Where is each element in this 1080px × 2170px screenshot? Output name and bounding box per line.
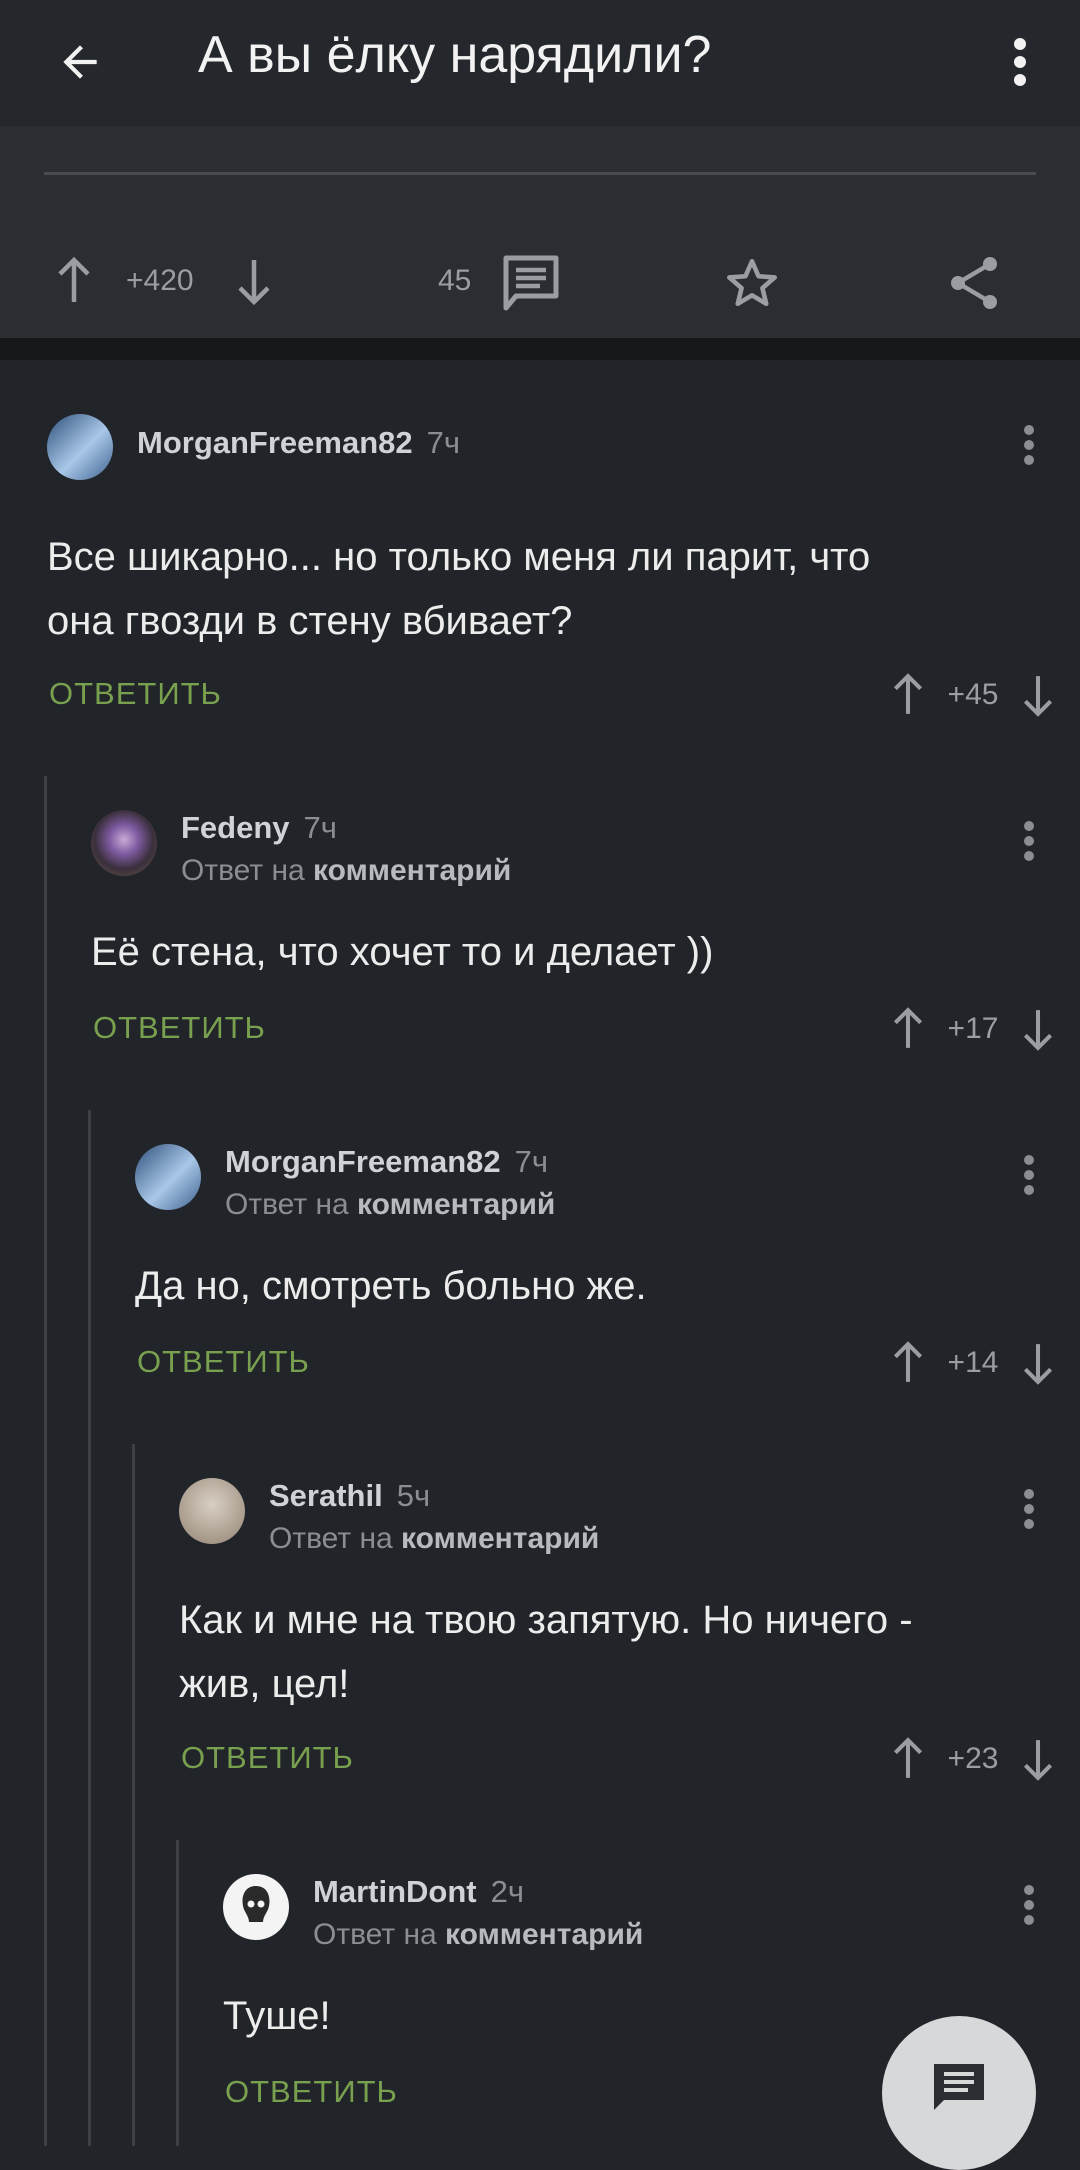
back-button[interactable] [40, 22, 120, 102]
comment-text: Да но, смотреть больно же. [135, 1254, 647, 1318]
arrow-up-icon [58, 256, 90, 302]
comment-author[interactable]: MorganFreeman82 7ч [225, 1144, 548, 1180]
comment-time: 7ч [514, 1144, 549, 1179]
post-comments-count: 45 [438, 264, 472, 297]
arrow-up-icon[interactable] [890, 1340, 926, 1386]
comment-icon [503, 255, 559, 311]
comment-votes: +14 [890, 1333, 1056, 1393]
arrow-down-icon[interactable] [1020, 1340, 1056, 1386]
arrow-left-icon [63, 45, 97, 79]
arrow-down-icon [238, 260, 270, 306]
post-rating: +420 [126, 264, 194, 297]
overflow-menu-button[interactable] [985, 22, 1055, 102]
thread-line [88, 1110, 91, 2146]
avatar[interactable] [135, 1144, 201, 1210]
comment-menu-button[interactable] [1014, 415, 1044, 475]
comment-time: 2ч [490, 1874, 524, 1909]
comment-time: 7ч [426, 425, 461, 460]
more-vertical-icon [1024, 1489, 1034, 1529]
comment-votes: +23 [890, 1729, 1056, 1789]
comment-time: 7ч [303, 810, 337, 845]
share-button[interactable] [946, 254, 1002, 312]
reply-to-link[interactable]: Ответ на комментарий [313, 1918, 643, 1952]
avatar[interactable] [91, 810, 157, 876]
comment-votes: +45 [890, 665, 1056, 725]
comment-text: Все шикарно... но только меня ли парит, … [47, 525, 870, 653]
reply-button[interactable]: ОТВЕТИТЬ [93, 1010, 266, 1046]
comment-text-line: Да но, смотреть больно же. [135, 1264, 647, 1308]
comment-author[interactable]: Fedeny 7ч [181, 810, 337, 846]
arrow-down-icon[interactable] [1020, 672, 1056, 718]
comment-rating: +14 [947, 1346, 999, 1379]
comment-menu-button[interactable] [1014, 811, 1044, 871]
reply-to-link[interactable]: Ответ на комментарий [225, 1188, 555, 1222]
thread-line [176, 1840, 179, 2146]
reply-to-link[interactable]: Ответ на комментарий [269, 1522, 599, 1556]
arrow-down-icon[interactable] [1020, 1736, 1056, 1782]
page-title: А вы ёлку нарядили? [198, 26, 712, 84]
more-vertical-icon [1024, 425, 1034, 465]
reply-button[interactable]: ОТВЕТИТЬ [181, 1740, 354, 1776]
more-vertical-icon [1024, 821, 1034, 861]
more-vertical-icon [1014, 38, 1026, 86]
comment-text-line: жив, цел! [179, 1662, 350, 1706]
reply-button[interactable]: ОТВЕТИТЬ [49, 676, 222, 712]
comment-rating: +23 [947, 1742, 999, 1775]
divider [44, 172, 1036, 175]
avatar[interactable] [179, 1478, 245, 1544]
arrow-up-icon[interactable] [890, 1006, 926, 1052]
comment-author[interactable]: MorganFreeman82 7ч [137, 425, 460, 461]
avatar[interactable] [223, 1874, 289, 1940]
comment-time: 5ч [396, 1478, 431, 1513]
comment-icon [934, 2064, 984, 2110]
comment-menu-button[interactable] [1014, 1479, 1044, 1539]
comment-votes: +17 [890, 999, 1056, 1059]
comment-text-line: Все шикарно... но только меня ли парит, … [47, 535, 871, 579]
arrow-up-icon[interactable] [890, 672, 926, 718]
comment-menu-button[interactable] [1014, 1875, 1044, 1935]
comment-author[interactable]: MartinDont 2ч [313, 1874, 524, 1910]
arrow-down-icon[interactable] [1020, 1006, 1056, 1052]
write-comment-button[interactable] [882, 2016, 1036, 2170]
comment-rating: +45 [947, 678, 999, 711]
top-app-bar: А вы ёлку нарядили? [0, 0, 1080, 126]
post-downvote-button[interactable] [234, 256, 274, 306]
comment-text-line: она гвозди в стену вбивает? [47, 599, 573, 643]
arrow-up-icon[interactable] [890, 1736, 926, 1782]
comment-author[interactable]: Serathil 5ч [269, 1478, 430, 1514]
comment-text-line: Туше! [223, 1994, 331, 2038]
more-vertical-icon [1024, 1885, 1034, 1925]
reply-to-link[interactable]: Ответ на комментарий [181, 854, 511, 888]
comment-text-line: Как и мне на твою запятую. Но ничего - [179, 1598, 913, 1642]
avatar[interactable] [47, 414, 113, 480]
post-actions: +420 45 [0, 226, 1080, 336]
post-upvote-button[interactable] [54, 256, 94, 306]
thread-line [44, 776, 47, 2146]
section-separator [0, 338, 1080, 360]
save-button[interactable] [722, 254, 782, 312]
thread-line [132, 1444, 135, 2146]
skull-icon [242, 1886, 270, 1922]
comments-button[interactable] [500, 254, 562, 312]
reply-button[interactable]: ОТВЕТИТЬ [137, 1344, 310, 1380]
share-icon [951, 257, 997, 309]
reply-button[interactable]: ОТВЕТИТЬ [225, 2074, 398, 2110]
comment-text: Её стена, что хочет то и делает )) [91, 920, 713, 984]
star-icon [726, 258, 778, 307]
comment-text: Как и мне на твою запятую. Но ничего - ж… [179, 1588, 913, 1716]
more-vertical-icon [1024, 1155, 1034, 1195]
post-footer: +420 45 [0, 126, 1080, 338]
comment-rating: +17 [947, 1012, 999, 1045]
comment-menu-button[interactable] [1014, 1145, 1044, 1205]
comment-text-line: Её стена, что хочет то и делает )) [91, 930, 714, 974]
comment-text: Туше! [223, 1984, 331, 2048]
